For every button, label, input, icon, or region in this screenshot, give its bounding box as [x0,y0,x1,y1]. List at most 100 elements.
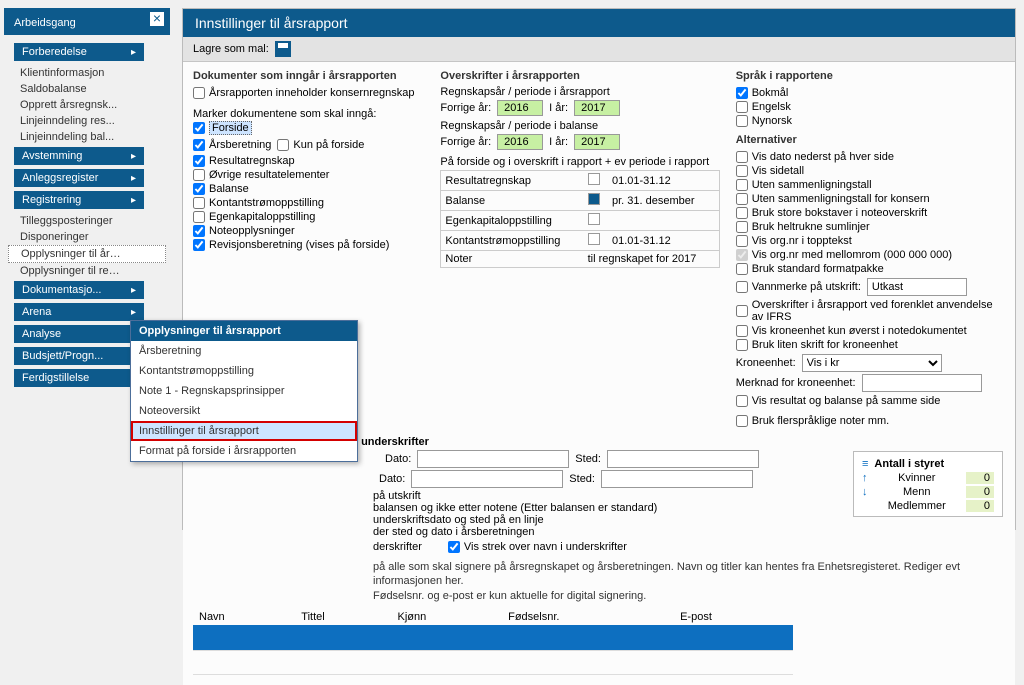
context-menu-item[interactable]: Kontantstrømoppstilling [131,361,357,381]
checkbox-liten-skrift[interactable]: Bruk liten skrift for kroneenhet [736,338,1005,352]
context-menu-item-innstillinger[interactable]: Innstillinger til årsrapport [131,421,357,441]
prev-year-bal-label: Forrige år: [440,136,491,148]
context-menu-item[interactable]: Format på forside i årsrapporten [131,441,357,461]
checkbox-flerspraklig[interactable]: Bruk flerspråklige noter mm. [736,414,1005,428]
save-icon[interactable] [275,41,291,57]
checkbox-samme-side[interactable]: Vis resultat og balanse på samme side [736,394,1005,408]
context-menu-header: Opplysninger til årsrapport [131,321,357,341]
arrow-up-icon[interactable]: ↑ [862,472,868,484]
this-year-bal-value[interactable]: 2017 [574,134,620,150]
columns-label: derskrifter [373,541,422,553]
table-row: Kontantstrømoppstilling01.01-31.12 [441,231,719,251]
sidebar-item[interactable]: Tilleggsposteringer [8,213,166,229]
checkbox-egenkapital[interactable]: Egenkapitaloppstilling [193,210,424,224]
sidebar-item[interactable]: Linjeinndeling bal... [8,129,166,145]
balanse-sted-field[interactable] [607,450,759,468]
checkbox-alt[interactable]: Uten sammenligningstall for konsern [736,192,1005,206]
counter-value: 0 [966,486,994,498]
checkbox-noteopplysninger[interactable]: Noteopplysninger [193,224,424,238]
checkbox-alt[interactable]: Vis sidetall [736,164,1005,178]
sidebar-group-forberedelse[interactable]: Forberedelse [14,43,144,61]
context-menu-item[interactable]: Note 1 - Regnskapsprinsipper [131,381,357,401]
close-icon[interactable]: × [150,12,164,26]
sidebar-group-dokumentasjon[interactable]: Dokumentasjo... [14,281,144,299]
page-title: Innstillinger til årsrapport [183,9,1015,37]
checkbox-alt[interactable]: Vis dato nederst på hver side [736,150,1005,164]
sidebar-item[interactable]: Linjeinndeling res... [8,113,166,129]
sidebar-group-budsjett[interactable]: Budsjett/Progn... [14,347,144,365]
this-year-value[interactable]: 2017 [574,100,620,116]
sidebar-group-arena[interactable]: Arena [14,303,144,321]
sidebar-group-ferdigstillelse[interactable]: Ferdigstillelse [14,369,144,387]
checkbox-icon[interactable] [588,193,600,205]
sidebar-item[interactable]: Klientinformasjon [8,65,166,81]
sted-label: Sted: [575,453,601,465]
checkbox-balanse[interactable]: Balanse [193,182,424,196]
context-menu-item[interactable]: Noteoversikt [131,401,357,421]
dato-field-2[interactable] [411,470,563,488]
counter-label: Kvinner [898,472,935,484]
section-lang-heading: Språk i rapportene [736,70,1005,82]
checkbox-forenklet-ifrs[interactable]: Overskrifter i årsrapport ved forenklet … [736,298,1005,324]
counter-heading: Antall i styret [874,458,944,470]
checkbox-forside[interactable]: Forside [193,120,424,136]
chevron-right-icon [131,284,136,296]
front-title-label: På forside og i overskrift i rapport + e… [440,156,719,168]
sidebar-item[interactable]: Opplysninger til re… [8,263,166,279]
kroneenhet-select[interactable]: Vis i kr [802,354,942,372]
context-menu-item[interactable]: Årsberetning [131,341,357,361]
sidebar-item[interactable]: Saldobalanse [8,81,166,97]
chevron-right-icon [131,194,136,206]
checkbox-konsern[interactable]: Årsrapporten inneholder konsernregnskap [193,86,424,100]
checkbox-kroneenhet-top[interactable]: Vis kroneenhet kun øverst i notedokument… [736,324,1005,338]
checkbox-alt[interactable]: Vis org.nr i topptekst [736,234,1005,248]
table-row: Resultatregnskap01.01-31.12 [441,171,719,191]
checkbox-alt[interactable]: Uten sammenligningstall [736,178,1005,192]
col-fodselsnr: Fødselsnr. [502,609,674,627]
checkbox-bokmal[interactable]: Bokmål [736,86,1005,100]
merknad-field[interactable] [862,374,982,392]
section-alt-heading: Alternativer [736,134,1005,146]
balanse-dato-field[interactable] [417,450,569,468]
signatures-info: på alle som skal signere på årsregnskape… [373,560,1005,603]
sidebar-item[interactable]: Disponeringer [8,229,166,245]
checkbox-arsberetning[interactable]: Årsberetning [193,138,271,152]
prev-year-value[interactable]: 2016 [497,100,543,116]
counter-value: 0 [966,472,994,484]
checkbox-icon[interactable] [588,233,600,245]
sidebar-group-registrering[interactable]: Registrering [14,191,144,209]
prev-year-bal-value[interactable]: 2016 [497,134,543,150]
checkbox-vis-strek[interactable]: Vis strek over navn i underskrifter [448,540,627,554]
sidebar-item-opplysninger[interactable]: Opplysninger til år… [8,245,166,263]
checkbox-alt[interactable]: Bruk standard formatpakke [736,262,1005,276]
chevron-right-icon [131,306,136,318]
checkbox-vannmerke[interactable]: Vannmerke på utskrift: [736,280,861,294]
col-tittel: Tittel [295,609,391,627]
checkbox-nynorsk[interactable]: Nynorsk [736,114,1005,128]
sidebar-group-analyse[interactable]: Analyse [14,325,144,343]
heading-rows-table: Resultatregnskap01.01-31.12 Balansepr. 3… [440,170,719,268]
arrow-down-icon[interactable]: ↓ [862,486,868,498]
kroneenhet-label: Kroneenhet: [736,357,796,369]
checkbox-icon[interactable] [588,173,600,185]
sted-label-2: Sted: [569,473,595,485]
checkbox-icon[interactable] [588,213,600,225]
sidebar-item[interactable]: Opprett årsregnsk... [8,97,166,113]
checkbox-kun-forside[interactable]: Kun på forside [277,138,364,152]
sted-field-2[interactable] [601,470,753,488]
checkbox-revisjonsberetning[interactable]: Revisjonsberetning (vises på forside) [193,238,424,252]
checkbox-resultatregnskap[interactable]: Resultatregnskap [193,154,424,168]
sidebar-group-avstemming[interactable]: Avstemming [14,147,144,165]
checkbox-alt[interactable]: Bruk store bokstaver i noteoverskrift [736,206,1005,220]
checkbox-ovrige[interactable]: Øvrige resultatelementer [193,168,424,182]
checkbox-engelsk[interactable]: Engelsk [736,100,1005,114]
checkbox-alt[interactable]: Bruk heltrukne sumlinjer [736,220,1005,234]
checkbox-alt[interactable]: Vis org.nr med mellomrom (000 000 000) [736,248,1005,262]
checkbox-kontantstrom[interactable]: Kontantstrømoppstilling [193,196,424,210]
col-kjonn: Kjønn [391,609,502,627]
vannmerke-field[interactable] [867,278,967,296]
section-headings-heading: Overskrifter i årsrapporten [440,70,719,82]
col-navn: Navn [193,609,295,627]
sidebar-group-anleggsregister[interactable]: Anleggsregister [14,169,144,187]
chevron-right-icon [131,150,136,162]
